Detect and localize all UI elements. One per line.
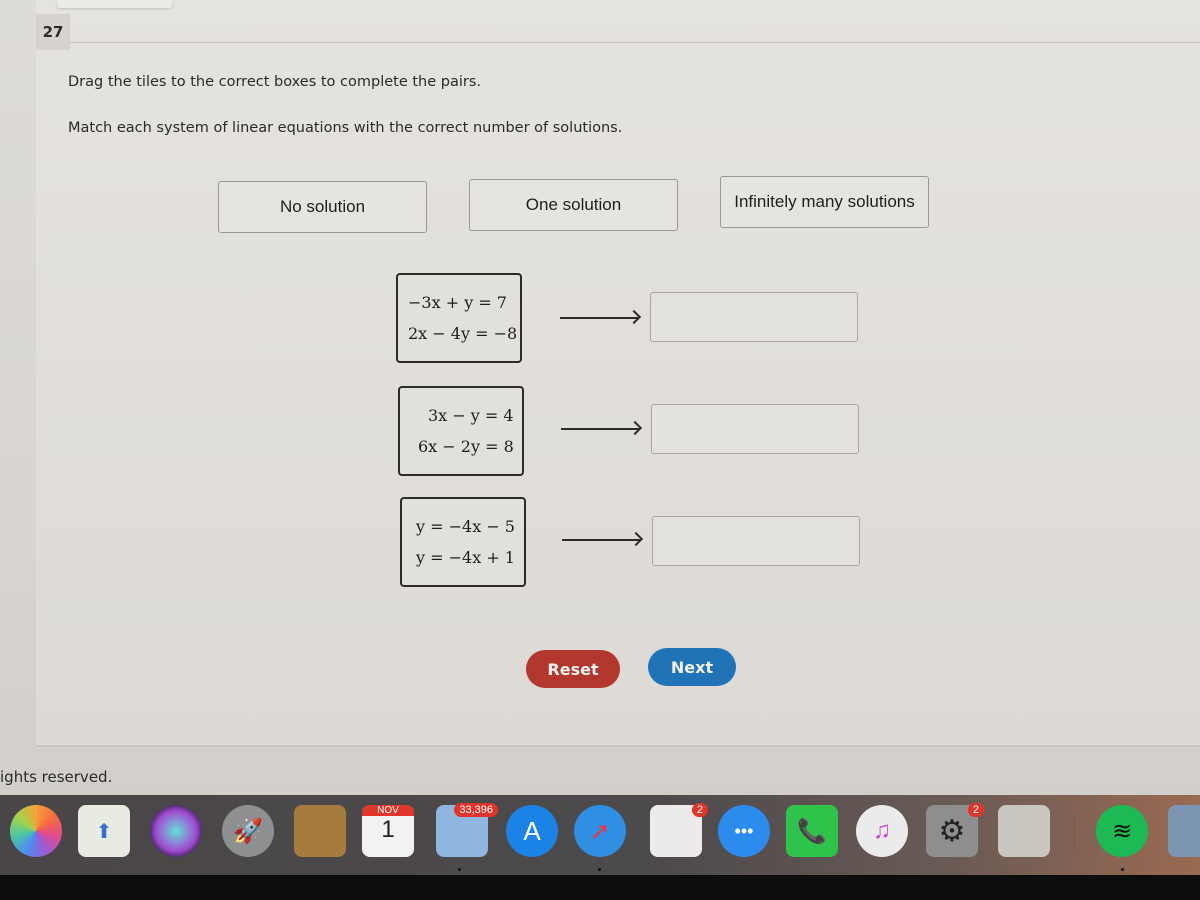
itunes-music-icon[interactable]: ♫ [856,805,908,857]
tile-label: One solution [525,195,622,214]
dock-divider [1074,815,1075,851]
tile-label: Infinitely many solutions [734,192,915,211]
tile-label: No solution [279,197,366,216]
reminders-badge: 2 [691,803,708,817]
tile-infinitely-many[interactable]: Infinitely many solutions [720,176,929,228]
preferences-badge: 2 [967,803,984,817]
calculator-app-icon[interactable] [998,805,1050,857]
arrow-icon [560,317,638,319]
system-1: −3x + y = 7 2x − 4y = −8 [396,273,522,363]
photo-stack-icon[interactable] [1168,805,1200,857]
drop-box-system-1[interactable] [650,292,858,342]
system-2: 3x − y = 4 6x − 2y = 8 [398,386,524,476]
equation: 6x − 2y = 8 [418,437,514,456]
siri-app-icon[interactable] [150,805,202,857]
running-indicator [458,868,461,871]
divider [70,42,1200,43]
running-indicator [598,868,601,871]
calendar-day: 1 [381,816,395,843]
equation: 3x − y = 4 [428,406,514,425]
reminders-app-icon[interactable]: 2 [650,803,708,857]
next-question-button-partial[interactable] [57,0,172,8]
contacts-book-icon[interactable] [294,805,346,857]
spotify-app-icon[interactable]: ≋ [1096,805,1148,857]
instruction-drag: Drag the tiles to the correct boxes to c… [68,74,482,90]
running-indicator [1121,868,1124,871]
equation: y = −4x + 1 [416,548,515,567]
facetime-app-icon[interactable]: 📞 [786,805,838,857]
arrow-icon [561,428,639,430]
messages-app-icon[interactable]: ••• [718,805,770,857]
photos-app-icon[interactable] [10,805,62,857]
arrow-icon [562,539,640,541]
browser-viewport: 27 Drag the tiles to the correct boxes t… [0,0,1200,800]
calendar-month: NOV [362,805,414,816]
app-store-icon[interactable]: A [506,805,558,857]
question-panel [36,0,1200,747]
mac-dock: ⬆ 🚀 NOV 1 33,396 A ➚ 2 ••• 📞 ♫ ⚙ 2 ≋ [0,795,1200,875]
mail-app-icon[interactable]: 33,396 [436,803,498,857]
tile-one-solution[interactable]: One solution [469,179,678,231]
system-3: y = −4x − 5 y = −4x + 1 [400,497,526,587]
drop-box-system-2[interactable] [651,404,859,454]
maps-app-icon[interactable]: ⬆ [78,805,130,857]
next-button[interactable]: Next [648,648,736,686]
equation: y = −4x − 5 [416,517,515,536]
mail-badge: 33,396 [454,803,498,817]
equation: −3x + y = 7 [408,293,507,312]
calendar-app-icon[interactable]: NOV 1 [362,805,414,857]
drop-box-system-3[interactable] [652,516,860,566]
copyright-footer: ights reserved. [0,768,113,786]
equation: 2x − 4y = −8 [408,324,518,343]
tile-no-solution[interactable]: No solution [218,181,427,233]
safari-compass-icon[interactable]: ➚ [574,805,626,857]
launchpad-rocket-icon[interactable]: 🚀 [222,805,274,857]
system-preferences-gear-icon[interactable]: ⚙ 2 [926,803,984,857]
reset-button[interactable]: Reset [526,650,620,688]
instruction-match: Match each system of linear equations wi… [68,120,623,136]
question-number: 27 [36,14,70,50]
